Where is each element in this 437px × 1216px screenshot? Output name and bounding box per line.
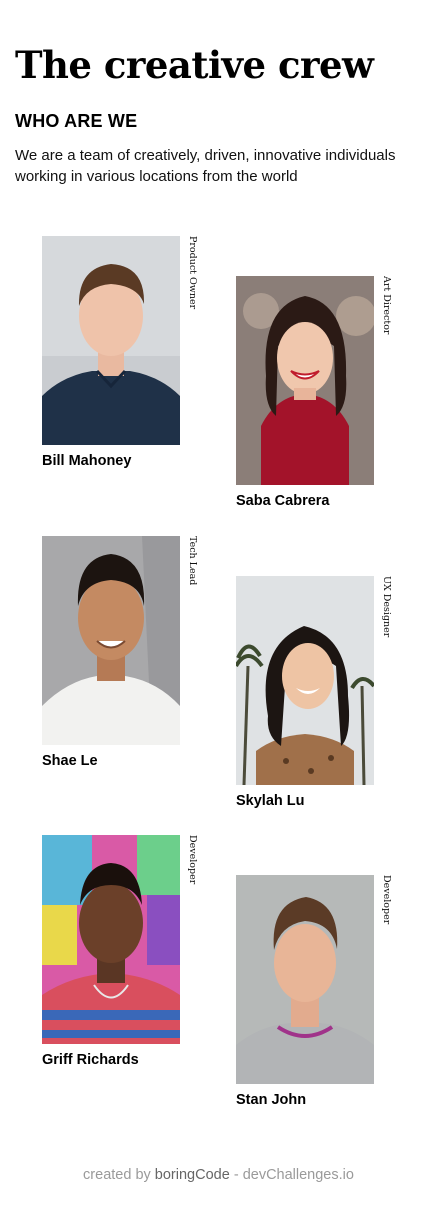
member-name: Bill Mahoney	[42, 453, 132, 469]
section-subtitle: WHO ARE WE	[15, 111, 138, 131]
member-photo	[42, 236, 180, 445]
member-role: Tech Lead	[187, 536, 198, 586]
member-photo	[236, 875, 374, 1084]
intro-text: We are a team of creatively, driven, inn…	[15, 147, 396, 185]
member-name: Saba Cabrera	[236, 493, 330, 509]
member-role: Art Director	[381, 276, 392, 335]
member-photo	[42, 835, 180, 1044]
page-footer: created by boringCode - devChallenges.io	[0, 1165, 437, 1185]
footer-author-link[interactable]: boringCode	[155, 1167, 230, 1183]
footer-site-link[interactable]: devChallenges.io	[243, 1167, 354, 1183]
member-name: Griff Richards	[42, 1052, 139, 1068]
member-role: Developer	[381, 875, 392, 925]
footer-prefix: created by	[83, 1167, 151, 1183]
member-photo	[236, 576, 374, 785]
footer-separator: -	[233, 1167, 239, 1183]
member-name: Shae Le	[42, 753, 98, 769]
member-photo	[42, 536, 180, 745]
member-role: Product Owner	[187, 236, 198, 310]
member-name: Skylah Lu	[236, 793, 305, 809]
page-title: The creative crew	[15, 43, 374, 87]
member-name: Stan John	[236, 1092, 307, 1108]
member-photo	[236, 276, 374, 485]
member-role: Developer	[187, 835, 198, 885]
member-role: UX Designer	[381, 576, 392, 638]
